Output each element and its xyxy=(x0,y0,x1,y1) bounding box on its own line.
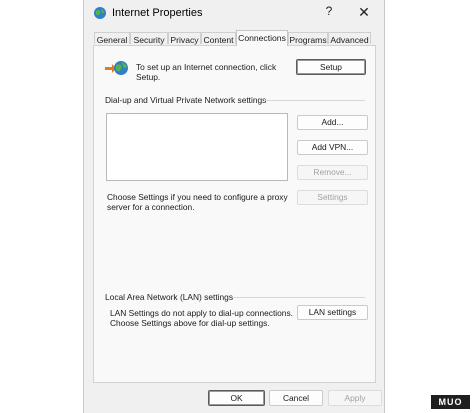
tab-general[interactable]: General xyxy=(94,32,130,45)
globe-connect-icon xyxy=(105,61,128,75)
connections-listbox[interactable] xyxy=(106,113,288,181)
title-bar[interactable]: Internet Properties ? ✕ xyxy=(84,0,384,26)
dialup-divider xyxy=(264,100,365,101)
lan-group-label: Local Area Network (LAN) settings xyxy=(105,292,234,302)
tab-security[interactable]: Security xyxy=(130,32,168,45)
window-title: Internet Properties xyxy=(112,7,203,19)
setup-description: To set up an Internet connection, click … xyxy=(136,62,277,82)
muo-logo: MUO xyxy=(431,395,470,409)
setup-button[interactable]: Setup xyxy=(296,59,366,75)
lan-description: LAN Settings do not apply to dial-up con… xyxy=(110,308,293,328)
tab-advanced[interactable]: Advanced xyxy=(328,32,371,45)
tab-privacy[interactable]: Privacy xyxy=(168,32,201,45)
close-button[interactable]: ✕ xyxy=(352,2,376,22)
settings-button[interactable]: Settings xyxy=(297,190,368,205)
tab-connections[interactable]: Connections xyxy=(236,30,288,46)
ok-button[interactable]: OK xyxy=(208,390,265,406)
add-button[interactable]: Add... xyxy=(297,115,368,130)
cancel-button[interactable]: Cancel xyxy=(269,390,323,406)
lan-divider xyxy=(232,297,365,298)
tab-content[interactable]: Content xyxy=(201,32,236,45)
globe-icon xyxy=(94,7,106,19)
apply-button[interactable]: Apply xyxy=(328,390,382,406)
help-button[interactable]: ? xyxy=(322,4,336,20)
tab-programs[interactable]: Programs xyxy=(288,32,328,45)
lan-settings-button[interactable]: LAN settings xyxy=(297,305,368,320)
dialup-group-label: Dial-up and Virtual Private Network sett… xyxy=(105,95,267,105)
remove-button[interactable]: Remove... xyxy=(297,165,368,180)
proxy-description: Choose Settings if you need to configure… xyxy=(107,192,288,212)
add-vpn-button[interactable]: Add VPN... xyxy=(297,140,368,155)
